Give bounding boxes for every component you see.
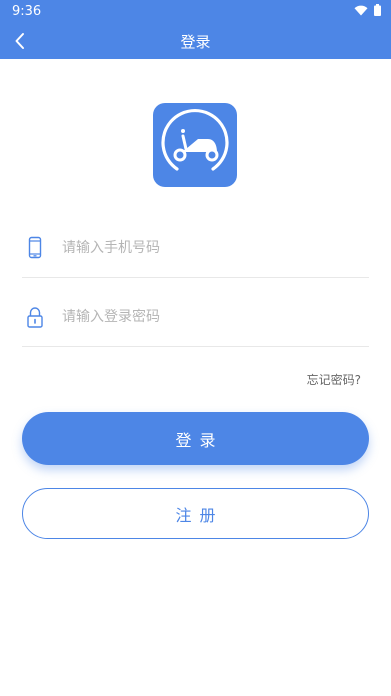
wifi-icon — [354, 5, 368, 15]
status-icons — [354, 4, 381, 16]
status-bar: 9:36 — [0, 0, 391, 24]
app-header: 9:36 登录 — [0, 0, 391, 59]
status-time: 9:36 — [12, 4, 42, 19]
lock-icon — [27, 307, 43, 328]
phone-icon — [28, 236, 42, 259]
phone-input[interactable] — [62, 236, 352, 260]
page-title: 登录 — [180, 33, 211, 51]
password-input[interactable] — [62, 305, 352, 329]
login-button[interactable]: 登录 — [22, 412, 369, 465]
register-button[interactable]: 注册 — [22, 488, 369, 539]
password-field[interactable] — [22, 287, 369, 347]
app-logo — [153, 103, 237, 187]
battery-icon — [374, 4, 381, 16]
scooter-icon — [161, 109, 229, 171]
forgot-password-link[interactable]: 忘记密码? — [307, 371, 361, 388]
phone-field[interactable] — [22, 218, 369, 278]
nav-bar: 登录 — [0, 24, 391, 59]
